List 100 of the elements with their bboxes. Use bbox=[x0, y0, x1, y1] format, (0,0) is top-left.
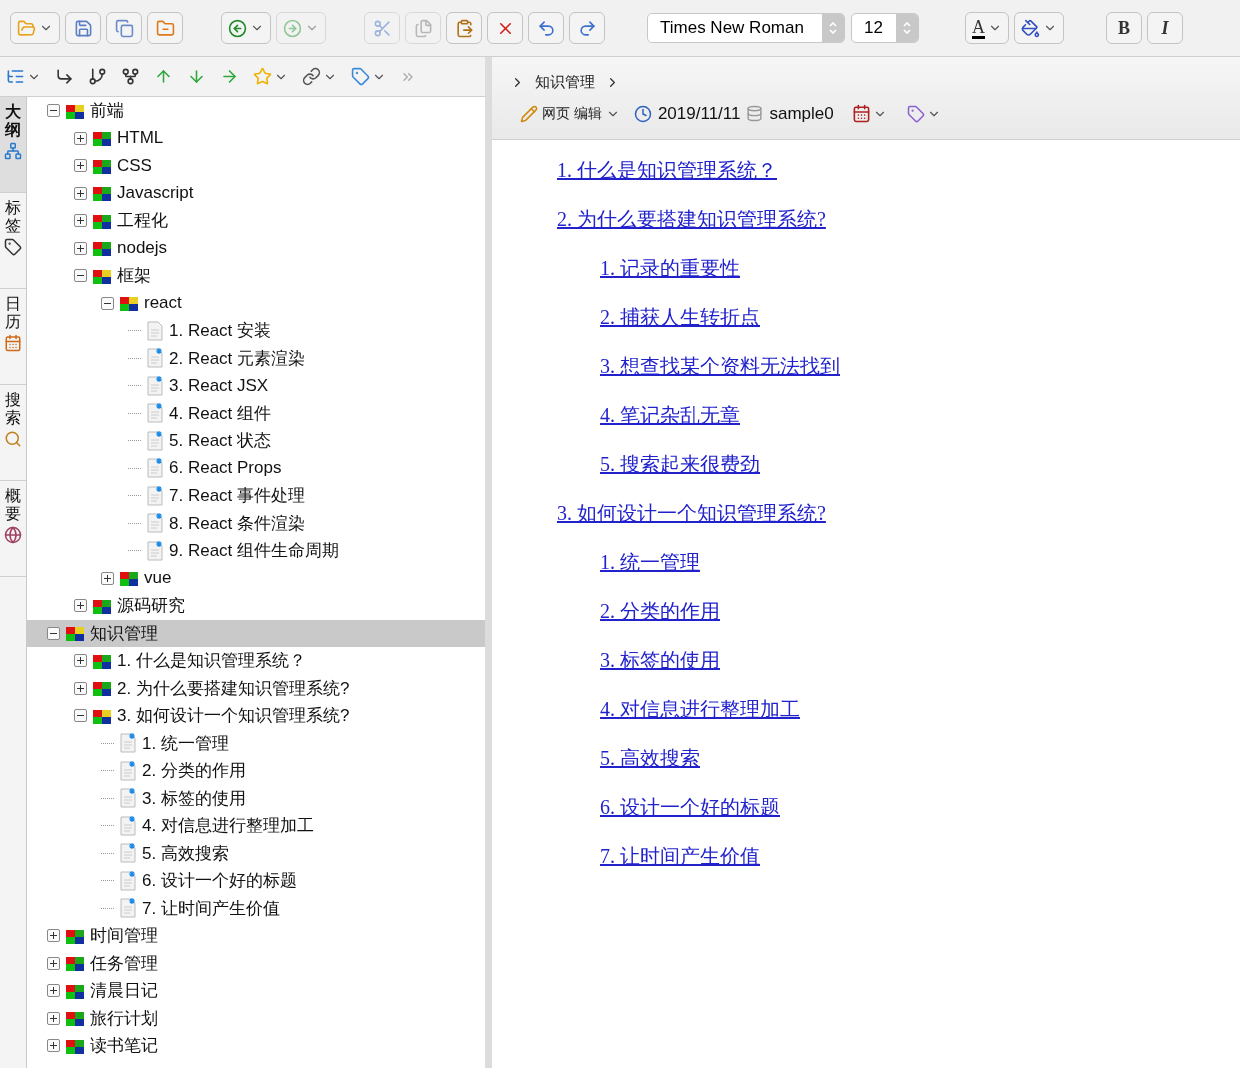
toolbar-button[interactable] bbox=[221, 12, 271, 44]
tree-item[interactable]: 3. 如何设计一个知识管理系统? bbox=[27, 702, 485, 730]
tree-item[interactable]: 6. React Props bbox=[27, 454, 485, 482]
tree-item[interactable]: nodejs bbox=[27, 234, 485, 262]
toc-link[interactable]: 1. 统一管理 bbox=[600, 538, 700, 587]
tree-item[interactable]: 读书笔记 bbox=[27, 1032, 485, 1060]
tree-tool-button[interactable] bbox=[121, 67, 140, 86]
tree-item[interactable]: 2. React 元素渲染 bbox=[27, 344, 485, 372]
toolbar-button[interactable] bbox=[569, 12, 605, 44]
tree-item[interactable]: vue bbox=[27, 564, 485, 592]
tree-item-label: 4. 对信息进行整理加工 bbox=[142, 815, 314, 838]
toc-link[interactable]: 3. 想查找某个资料无法找到 bbox=[600, 342, 840, 391]
collapse-toggle[interactable] bbox=[47, 104, 60, 118]
toc-link[interactable]: 4. 笔记杂乱无章 bbox=[600, 391, 740, 440]
expand-toggle[interactable] bbox=[47, 929, 60, 943]
expand-toggle[interactable] bbox=[47, 984, 60, 998]
note-page-icon bbox=[120, 788, 136, 809]
note-page-icon bbox=[120, 760, 136, 781]
expand-toggle[interactable] bbox=[74, 131, 87, 145]
toolbar-button[interactable] bbox=[487, 12, 523, 44]
tree-item[interactable]: CSS bbox=[27, 152, 485, 180]
tree-item[interactable]: 2. 为什么要搭建知识管理系统? bbox=[27, 674, 485, 702]
tree-item[interactable]: 清晨日记 bbox=[27, 977, 485, 1005]
tree-item[interactable]: 源码研究 bbox=[27, 592, 485, 620]
toc-link[interactable]: 5. 搜索起来很费劲 bbox=[600, 440, 760, 489]
tree-tool-button[interactable] bbox=[55, 67, 74, 86]
tree-item[interactable]: Javascript bbox=[27, 179, 485, 207]
tree-item[interactable]: 7. 让时间产生价值 bbox=[27, 894, 485, 922]
collapse-toggle[interactable] bbox=[47, 626, 60, 640]
calendar-button[interactable] bbox=[851, 104, 887, 123]
edit-mode-button[interactable]: 网页 编辑 bbox=[520, 104, 620, 123]
note-page-icon bbox=[120, 898, 136, 919]
expand-toggle[interactable] bbox=[47, 956, 60, 970]
toolbar-button[interactable] bbox=[106, 12, 142, 44]
toolbar-button[interactable] bbox=[65, 12, 101, 44]
toolbar-button[interactable] bbox=[446, 12, 482, 44]
toc-link[interactable]: 2. 分类的作用 bbox=[600, 587, 720, 636]
toc-link[interactable]: 1. 记录的重要性 bbox=[600, 244, 740, 293]
tree-item[interactable]: 7. React 事件处理 bbox=[27, 482, 485, 510]
expand-toggle[interactable] bbox=[74, 241, 87, 255]
tree-item-label: 6. 设计一个好的标题 bbox=[142, 870, 297, 893]
expand-toggle[interactable] bbox=[74, 186, 87, 200]
tree-item[interactable]: 4. React 组件 bbox=[27, 399, 485, 427]
tree-item[interactable]: 6. 设计一个好的标题 bbox=[27, 867, 485, 895]
text-color-button[interactable]: A bbox=[965, 12, 1009, 44]
toc-link[interactable]: 4. 对信息进行整理加工 bbox=[600, 685, 800, 734]
toc-link[interactable]: 7. 让时间产生价值 bbox=[600, 832, 760, 881]
expand-toggle[interactable] bbox=[101, 571, 114, 585]
tree-item[interactable]: 1. 统一管理 bbox=[27, 729, 485, 757]
tree-item[interactable]: 时间管理 bbox=[27, 922, 485, 950]
toc-link[interactable]: 3. 标签的使用 bbox=[600, 636, 720, 685]
toc-link[interactable]: 6. 设计一个好的标题 bbox=[600, 783, 780, 832]
expand-toggle[interactable] bbox=[74, 214, 87, 228]
toc-link[interactable]: 1. 什么是知识管理系统？ bbox=[557, 146, 777, 195]
tree-item[interactable]: 2. 分类的作用 bbox=[27, 757, 485, 785]
tree-item[interactable]: 8. React 条件渲染 bbox=[27, 509, 485, 537]
expand-toggle[interactable] bbox=[47, 1039, 60, 1053]
expand-toggle[interactable] bbox=[74, 681, 87, 695]
tree-tool-button[interactable] bbox=[88, 67, 107, 86]
collapse-toggle[interactable] bbox=[74, 269, 87, 283]
side-tab[interactable]: 大纲 bbox=[0, 97, 26, 193]
tree-item[interactable]: 4. 对信息进行整理加工 bbox=[27, 812, 485, 840]
tag-button[interactable] bbox=[906, 104, 941, 123]
fill-color-button[interactable] bbox=[1014, 12, 1064, 44]
tree-tool-button[interactable] bbox=[302, 67, 337, 86]
tree-item[interactable]: 任务管理 bbox=[27, 949, 485, 977]
tree-item-label: 工程化 bbox=[117, 210, 168, 233]
tree-item[interactable]: 1. 什么是知识管理系统？ bbox=[27, 647, 485, 675]
tree-item[interactable]: 旅行计划 bbox=[27, 1004, 485, 1032]
toc-link[interactable]: 3. 如何设计一个知识管理系统? bbox=[557, 489, 826, 538]
tree-item[interactable]: HTML bbox=[27, 124, 485, 152]
tree-item[interactable]: 工程化 bbox=[27, 207, 485, 235]
expand-toggle[interactable] bbox=[74, 654, 87, 668]
expand-toggle[interactable] bbox=[47, 1011, 60, 1025]
collapse-toggle[interactable] bbox=[74, 709, 87, 723]
style-button[interactable]: I bbox=[1147, 12, 1183, 44]
tree-item[interactable]: 知识管理 bbox=[27, 619, 485, 647]
toc-link[interactable]: 2. 为什么要搭建知识管理系统? bbox=[557, 195, 826, 244]
expand-toggle[interactable] bbox=[74, 159, 87, 173]
font-size-select[interactable]: 12 bbox=[851, 13, 919, 43]
tree-item[interactable]: 前端 bbox=[27, 97, 485, 125]
tree-item[interactable]: 3. React JSX bbox=[27, 372, 485, 400]
tree-item-label: 3. 标签的使用 bbox=[142, 787, 246, 810]
collapse-toggle[interactable] bbox=[101, 296, 114, 310]
tree-item[interactable]: 5. React 状态 bbox=[27, 427, 485, 455]
tree-item[interactable]: 1. React 安装 bbox=[27, 317, 485, 345]
tree-item[interactable]: 框架 bbox=[27, 262, 485, 290]
toc-link[interactable]: 2. 捕获人生转折点 bbox=[600, 293, 760, 342]
toolbar-button[interactable] bbox=[147, 12, 183, 44]
toolbar-button[interactable] bbox=[528, 12, 564, 44]
tree-item[interactable]: react bbox=[27, 289, 485, 317]
breadcrumb-item[interactable]: 知识管理 bbox=[535, 72, 595, 92]
style-button[interactable]: B bbox=[1106, 12, 1142, 44]
font-family-select[interactable]: Times New Roman bbox=[647, 13, 845, 43]
folder-icon bbox=[66, 927, 84, 944]
tree-item[interactable]: 3. 标签的使用 bbox=[27, 784, 485, 812]
expand-toggle[interactable] bbox=[74, 599, 87, 613]
tree-item[interactable]: 5. 高效搜索 bbox=[27, 839, 485, 867]
tree-item[interactable]: 9. React 组件生命周期 bbox=[27, 537, 485, 565]
toc-link[interactable]: 5. 高效搜索 bbox=[600, 734, 700, 783]
